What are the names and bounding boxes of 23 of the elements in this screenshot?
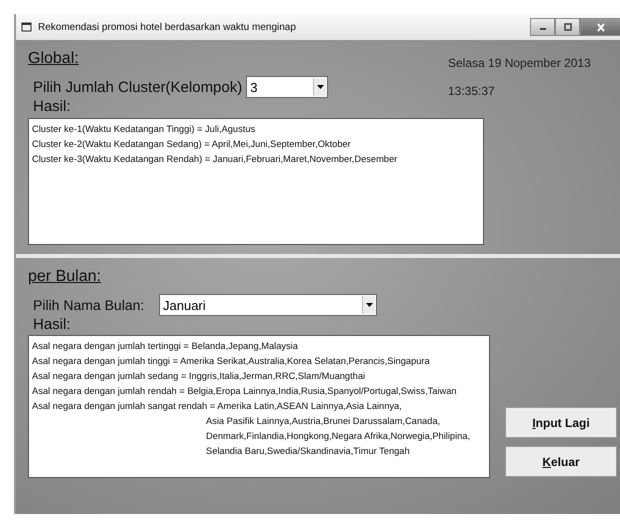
cluster-dropdown[interactable]: 3 <box>246 76 328 98</box>
time-text: 13:35:37 <box>448 84 495 98</box>
result-textbox[interactable]: Cluster ke-1(Waktu Kedatangan Tinggi) = Juli,Agustus Cluster ke-2(Waktu Kedatangan Sedang) = April,Mei,Juni,September,Oktober Cluster ke-3(Waktu Kedatangan Rendah) = Januari,Februari,Maret,November,Desember <box>28 118 484 245</box>
maximize-icon <box>562 23 572 31</box>
date-text: Selasa 19 Nopember 2013 <box>448 56 591 70</box>
close-button[interactable] <box>580 18 620 36</box>
result-label: Hasil: <box>33 98 71 115</box>
window-icon <box>21 21 33 33</box>
maximize-button[interactable] <box>555 18 580 36</box>
section-heading: Global: <box>28 50 79 68</box>
month-dropdown[interactable]: Januari <box>159 294 377 316</box>
cluster-label: Pilih Jumlah Cluster(Kelompok) <box>33 78 242 96</box>
result-textbox[interactable]: Asal negara dengan jumlah tertinggi = Belanda,Jepang,Malaysia Asal negara dengan jumlah tinggi = Amerika Serikat,Australia,Korea Selatan,Perancis,Singapura Asal negara dengan jumlah sedang = Inggris,Italia,Jerman,RRC,Slam/Muangthai Asal negara dengan jumlah rendah = Belgia,Eropa Lainnya,India,Rusia,Spanyol/Portugal,Swiss,Taiwan Asal negara dengan jumlah sangat rendah = Amerika Latin,ASEAN Lainnya,Asia Lainnya, Asia Pasifik Lainnya,Austria,Brunei Darussalam,Canada, Denmark,Finlandia,Hongkong,Negara Afrika,Norwegia,Philipina, Selandia Baru,Swedia/Skandinavia,Timur Tengah <box>28 335 490 478</box>
window-title: Rekomendasi promosi hotel berdasarkan waktu menginap <box>38 22 296 32</box>
dropdown-arrow-icon <box>316 85 324 89</box>
section-heading: per Bulan: <box>28 268 101 286</box>
dropdown-arrow-icon <box>366 303 372 307</box>
action-button[interactable]: Input Lagi <box>505 407 617 438</box>
action-button[interactable]: Keluar <box>505 446 617 477</box>
close-icon <box>596 22 606 32</box>
result-label: Hasil: <box>33 316 71 333</box>
month-label: Pilih Nama Bulan: <box>33 297 146 313</box>
minimize-button[interactable] <box>530 18 555 36</box>
